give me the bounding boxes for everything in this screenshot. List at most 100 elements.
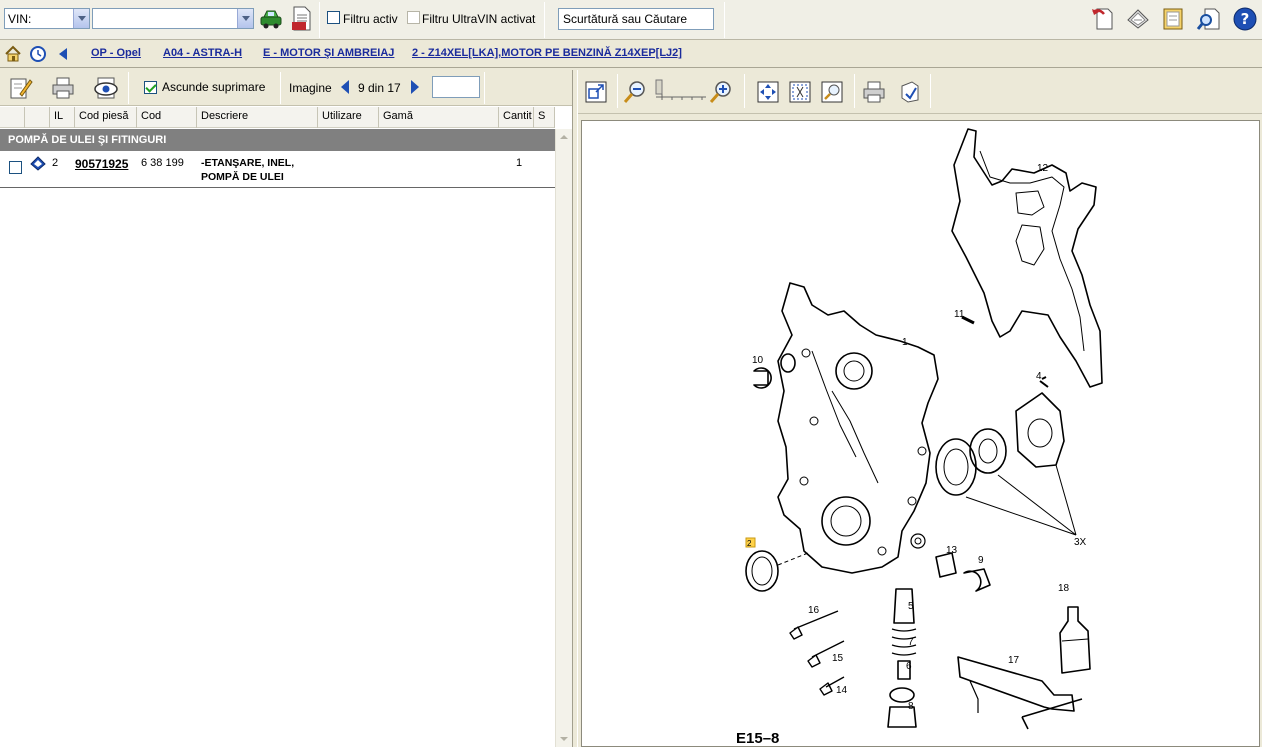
diagram-caption: E15–8	[736, 730, 779, 747]
scroll-up-button[interactable]	[556, 129, 572, 145]
print-illustration-icon[interactable]	[862, 80, 886, 104]
filter-active-checkbox[interactable]	[327, 11, 340, 24]
preview-eye-icon[interactable]	[92, 76, 120, 100]
history-clock-icon[interactable]	[29, 45, 47, 63]
image-label: Imagine	[289, 81, 332, 95]
row-description-line1: -ETANŞARE, INEL,	[201, 157, 295, 169]
callout-2: 2	[747, 539, 752, 548]
toolbar-separator	[484, 72, 485, 104]
vin-input[interactable]	[92, 8, 254, 29]
filter-ultravin-checkbox[interactable]	[407, 11, 420, 24]
part-info-icon[interactable]	[30, 155, 46, 171]
breadcrumb-item-engine[interactable]: 2 - Z14XEL[LKA],MOTOR PE BENZINĂ Z14XEP[…	[412, 47, 682, 59]
callout-12: 12	[1037, 163, 1049, 174]
callout-6: 6	[906, 661, 912, 672]
row-description-line2: POMPĂ DE ULEI	[201, 171, 284, 183]
hide-suppression-checkbox[interactable]	[144, 81, 157, 94]
filter-active-label: Filtru activ	[343, 12, 398, 26]
zoom-slider-track	[655, 79, 706, 100]
exploded-diagram[interactable]: 12 11 1 10 4 3X 2 13 9 18 5 16 7 15 6 17…	[581, 120, 1260, 747]
group-header-row: POMPĂ DE ULEI ŞI FITINGURI	[0, 129, 555, 151]
callout-14: 14	[836, 685, 848, 696]
illustration-toolbar	[578, 70, 1262, 114]
illustration-panel: 12 11 1 10 4 3X 2 13 9 18 5 16 7 15 6 17…	[578, 70, 1262, 747]
svg-text:?: ?	[1241, 10, 1250, 28]
callout-18: 18	[1058, 583, 1070, 594]
catalog-book-icon[interactable]	[1125, 6, 1151, 32]
column-code[interactable]: Cod	[137, 107, 197, 128]
callout-11: 11	[954, 309, 965, 320]
parts-list-panel: Ascunde suprimare Imagine 9 din 17 IL Co…	[0, 70, 572, 747]
scroll-down-button[interactable]	[556, 731, 572, 747]
row-il: 2	[52, 157, 59, 169]
vin-label: VIN:	[8, 12, 32, 26]
zoom-slider[interactable]	[654, 78, 708, 104]
edit-note-icon[interactable]	[8, 75, 34, 101]
chevron-down-icon[interactable]	[73, 9, 89, 28]
table-row[interactable]: 2 90571925 6 38 199 -ETANŞARE, INEL, POM…	[0, 152, 555, 188]
zoom-in-icon[interactable]	[709, 80, 733, 104]
image-pager-text: 9 din 17	[358, 81, 401, 95]
pan-icon[interactable]	[756, 80, 780, 104]
shortcut-search-input[interactable]: Scurtătură sau Căutare	[558, 8, 714, 30]
export-icon[interactable]	[898, 80, 922, 104]
toolbar-separator	[280, 72, 281, 104]
row-part-number-link[interactable]: 90571925	[75, 157, 128, 171]
next-image-icon[interactable]	[409, 79, 421, 95]
home-icon[interactable]	[4, 45, 22, 63]
toolbar-separator	[617, 74, 618, 108]
row-quantity: 1	[516, 157, 523, 169]
parts-list-toolbar: Ascunde suprimare Imagine 9 din 17	[0, 70, 572, 106]
callout-7: 7	[908, 637, 914, 648]
row-code: 6 38 199	[141, 157, 184, 169]
back-document-icon[interactable]	[1090, 6, 1116, 32]
toolbar-separator	[930, 74, 931, 108]
column-range[interactable]: Gamă	[379, 107, 499, 128]
document-pdf-icon[interactable]	[289, 5, 315, 33]
notebook-icon[interactable]	[1160, 6, 1186, 32]
chevron-down-icon[interactable]	[237, 9, 253, 28]
column-il[interactable]: IL	[50, 107, 75, 128]
previous-image-icon[interactable]	[339, 79, 351, 95]
breadcrumb-item-model[interactable]: A04 - ASTRA-H	[163, 47, 242, 59]
column-s[interactable]: S	[534, 107, 555, 128]
callout-5: 5	[908, 601, 914, 612]
print-icon[interactable]	[50, 76, 76, 100]
plug-part	[753, 367, 772, 389]
callout-13: 13	[946, 545, 958, 556]
toolbar-separator	[744, 74, 745, 108]
toolbar-separator	[319, 2, 320, 38]
hide-suppression-label: Ascunde suprimare	[162, 80, 266, 94]
column-usage[interactable]: Utilizare	[318, 107, 379, 128]
column-select[interactable]	[0, 107, 25, 128]
column-part-number[interactable]: Cod piesă	[75, 107, 137, 128]
parts-list-scrollbar[interactable]	[555, 129, 572, 747]
callout-1: 1	[902, 337, 908, 348]
vin-type-select[interactable]: VIN:	[4, 8, 90, 29]
breadcrumb-item-group[interactable]: E - MOTOR ŞI AMBREIAJ	[263, 47, 394, 59]
goto-image-input[interactable]	[432, 76, 480, 98]
zoom-region-icon[interactable]	[820, 80, 844, 104]
breadcrumb-item-make[interactable]: OP - Opel	[91, 47, 141, 59]
breadcrumb: OP - Opel A04 - ASTRA-H E - MOTOR ŞI AMB…	[0, 41, 1262, 68]
callout-10: 10	[752, 355, 764, 366]
callout-9: 9	[978, 555, 984, 566]
top-toolbar: VIN: Filtru activ Filtru UltraVIN activa…	[0, 0, 1262, 40]
gasket-part	[951, 128, 1103, 388]
column-icon[interactable]	[25, 107, 50, 128]
toolbar-separator	[854, 74, 855, 108]
column-description[interactable]: Descriere	[197, 107, 318, 128]
back-arrow-icon[interactable]	[56, 46, 70, 62]
filter-ultravin-label: Filtru UltraVIN activat	[422, 12, 536, 26]
vehicle-icon[interactable]	[258, 7, 284, 31]
callout-4: 4	[1036, 371, 1042, 382]
row-select-checkbox[interactable]	[9, 161, 22, 174]
help-icon[interactable]: ?	[1232, 6, 1258, 32]
select-region-icon[interactable]	[788, 80, 812, 104]
fit-to-window-icon[interactable]	[584, 80, 608, 104]
callout-17: 17	[1008, 655, 1020, 666]
zoom-out-icon[interactable]	[623, 80, 647, 104]
search-document-icon[interactable]	[1196, 6, 1222, 32]
column-quantity[interactable]: Cantit	[499, 107, 534, 128]
toolbar-separator	[544, 2, 545, 38]
